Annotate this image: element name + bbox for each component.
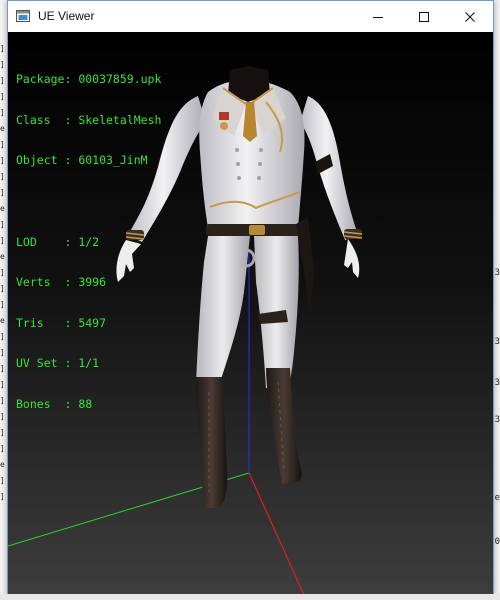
background-window-left-mark: ]: [0, 332, 5, 341]
background-window-left-mark: ]: [0, 380, 5, 389]
ue-viewer-window: UE Viewer Package: 00037859.upk Class: …: [7, 0, 494, 596]
background-window-left-mark: ]: [0, 156, 5, 165]
mesh-info-overlay: Package: 00037859.upk Class : SkeletalMe…: [16, 46, 161, 438]
background-window-left-mark: ]: [0, 396, 5, 405]
lod-value: 1/2: [78, 234, 100, 249]
background-window-left-mark: ]: [0, 172, 5, 181]
verts-value: 3996: [78, 275, 107, 289]
x-axis-line: [248, 472, 305, 595]
background-window-left-mark: ]: [0, 268, 5, 277]
background-window-left-mark: ]: [0, 444, 5, 453]
background-window-left-mark: ]: [0, 220, 5, 229]
background-window-left-mark: ]: [0, 428, 5, 437]
background-window-left-mark: ]: [0, 44, 5, 53]
background-window-left-mark: ]: [0, 492, 5, 501]
class-value: SkeletalMesh: [78, 112, 162, 127]
taskbar-strip: [0, 594, 500, 600]
verts-label: Verts :: [16, 275, 79, 289]
background-window-left-mark: ]: [0, 364, 5, 373]
uvset-value: 1/1: [78, 356, 100, 370]
class-label: Class :: [16, 112, 79, 127]
uniform-trousers: [196, 236, 299, 388]
object-label: Object :: [16, 153, 79, 167]
close-icon: [465, 11, 475, 22]
background-window-left-mark: ]: [0, 76, 5, 85]
background-window-left-mark: ]: [0, 300, 5, 309]
app-window-icon: [16, 10, 30, 22]
object-value: 60103_JinM: [78, 153, 148, 167]
maximize-icon: [419, 11, 429, 22]
bones-label: Bones :: [16, 396, 79, 411]
3d-viewport[interactable]: Package: 00037859.upk Class : SkeletalMe…: [8, 32, 493, 595]
package-label: Package:: [16, 72, 79, 86]
background-window-left-mark: e: [0, 204, 5, 213]
background-window-left-mark: ]: [0, 188, 5, 197]
background-window-left-mark: ]: [0, 236, 5, 245]
bones-value: 88: [78, 396, 93, 411]
background-window-left-mark: ]: [0, 412, 5, 421]
package-value: 00037859.upk: [78, 72, 162, 86]
minimize-icon: [373, 16, 383, 18]
background-window-left-mark: ]: [0, 284, 5, 293]
background-window-left-mark: e: [0, 460, 5, 469]
lod-label: LOD :: [16, 234, 79, 249]
background-window-left-mark: ]: [0, 60, 5, 69]
title-bar[interactable]: UE Viewer: [8, 1, 493, 32]
tris-label: Tris :: [16, 315, 79, 330]
tris-value: 5497: [78, 315, 107, 330]
minimize-button[interactable]: [355, 1, 401, 32]
window-title: UE Viewer: [38, 9, 95, 23]
maximize-button[interactable]: [401, 1, 447, 32]
uvset-label: UV Set :: [16, 356, 79, 370]
background-window-left-mark: e: [0, 124, 5, 133]
background-window-left-mark: ]: [0, 140, 5, 149]
background-window-left-mark: e: [0, 316, 5, 325]
close-button[interactable]: [447, 1, 493, 32]
background-window-left-mark: ]: [0, 108, 5, 117]
background-window-left-mark: ]: [0, 476, 5, 485]
background-window-left-mark: ]: [0, 92, 5, 101]
background-window-left-mark: ]: [0, 348, 5, 357]
background-window-left-mark: e: [0, 252, 5, 261]
